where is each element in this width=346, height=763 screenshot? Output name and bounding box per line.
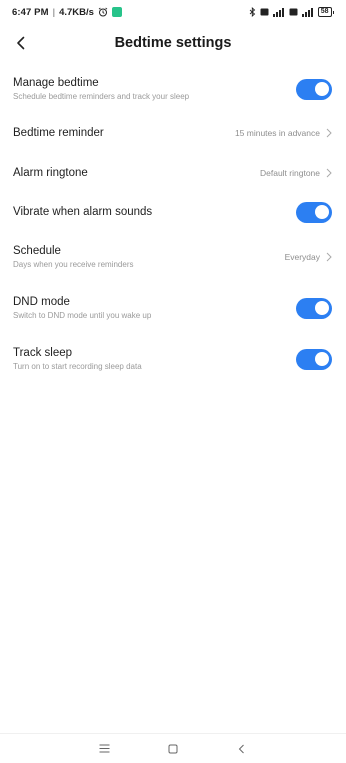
- track-sleep-row[interactable]: Track sleep Turn on to start recording s…: [0, 342, 346, 376]
- battery-icon: 58: [317, 7, 334, 17]
- bedtime-reminder-row[interactable]: Bedtime reminder 15 minutes in advance: [0, 116, 346, 150]
- home-icon[interactable]: [161, 737, 185, 761]
- bedtime-reminder-value: 15 minutes in advance: [234, 128, 320, 138]
- dnd-mode-toggle[interactable]: [296, 297, 332, 319]
- track-sleep-toggle[interactable]: [296, 348, 332, 370]
- manage-bedtime-title: Manage bedtime: [13, 77, 99, 89]
- track-sleep-title: Track sleep: [13, 347, 73, 359]
- vibrate-toggle[interactable]: [296, 201, 332, 223]
- toggle-knob: [314, 352, 329, 366]
- alarm-icon: [98, 7, 108, 17]
- status-separator: |: [52, 6, 56, 18]
- schedule-value: Everyday: [284, 252, 320, 262]
- back-arrow-icon[interactable]: [8, 30, 34, 56]
- vibrate-title: Vibrate when alarm sounds: [13, 206, 153, 218]
- page-title: Bedtime settings: [114, 35, 232, 51]
- dnd-mode-subtitle: Switch to DND mode until you wake up: [13, 311, 152, 320]
- status-right: 58: [249, 7, 334, 17]
- battery-level: 58: [317, 7, 332, 17]
- network-speed: 4.7KB/s: [59, 6, 94, 18]
- header: Bedtime settings: [0, 26, 346, 60]
- toggle-knob: [314, 205, 329, 219]
- screen: 6:47 PM | 4.7KB/s 58 Bedtime settings Ma…: [0, 0, 346, 763]
- status-left: 6:47 PM | 4.7KB/s: [12, 7, 122, 18]
- alarm-ringtone-title: Alarm ringtone: [13, 167, 88, 179]
- alarm-ringtone-value: Default ringtone: [259, 168, 320, 178]
- status-bar: 6:47 PM | 4.7KB/s 58: [0, 0, 346, 24]
- manage-bedtime-row[interactable]: Manage bedtime Schedule bedtime reminder…: [0, 72, 346, 106]
- volte-icon: [289, 8, 298, 16]
- dnd-mode-row[interactable]: DND mode Switch to DND mode until you wa…: [0, 291, 346, 325]
- status-time: 6:47 PM: [12, 6, 49, 18]
- schedule-subtitle: Days when you receive reminders: [13, 260, 134, 269]
- bluetooth-icon: [249, 7, 256, 17]
- navigation-bar: [0, 733, 346, 763]
- dnd-mode-title: DND mode: [13, 296, 70, 308]
- vibrate-row[interactable]: Vibrate when alarm sounds: [0, 195, 346, 229]
- alarm-ringtone-row[interactable]: Alarm ringtone Default ringtone: [0, 156, 346, 190]
- schedule-title: Schedule: [13, 245, 61, 257]
- signal-icon: [272, 7, 285, 17]
- manage-bedtime-toggle[interactable]: [296, 78, 332, 100]
- track-sleep-subtitle: Turn on to start recording sleep data: [13, 362, 142, 371]
- menu-icon[interactable]: [92, 737, 116, 761]
- chevron-right-icon: [326, 252, 332, 262]
- toggle-knob: [314, 82, 329, 96]
- signal-icon: [301, 7, 314, 17]
- app-badge-icon: [111, 7, 122, 17]
- chevron-right-icon: [326, 168, 332, 178]
- schedule-row[interactable]: Schedule Days when you receive reminders…: [0, 240, 346, 274]
- volte-icon: [260, 8, 269, 16]
- bedtime-reminder-title: Bedtime reminder: [13, 127, 104, 139]
- back-icon[interactable]: [230, 737, 254, 761]
- chevron-right-icon: [326, 128, 332, 138]
- toggle-knob: [314, 301, 329, 315]
- manage-bedtime-subtitle: Schedule bedtime reminders and track you…: [13, 92, 190, 101]
